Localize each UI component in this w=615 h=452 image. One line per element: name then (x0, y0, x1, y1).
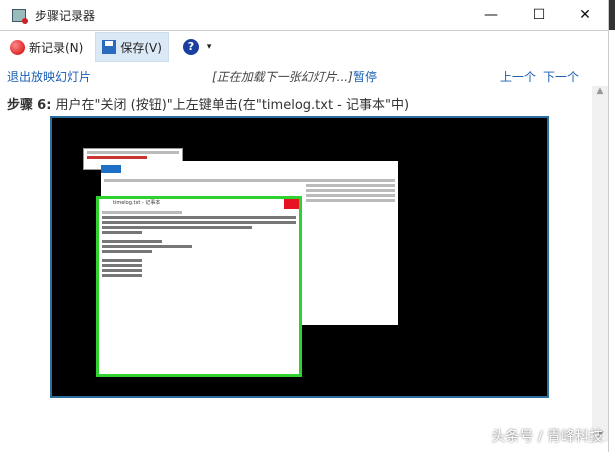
title-bar: 步骤记录器 — ☐ ✕ (0, 0, 608, 30)
step-description: 用户在"关闭 (按钮)"上左键单击(在"timelog.txt - 记事本"中) (55, 98, 410, 113)
new-record-button[interactable]: 新记录(N) (4, 32, 89, 62)
maximize-button[interactable]: ☐ (516, 0, 562, 30)
vertical-scrollbar[interactable]: ▲ ▼ (592, 86, 608, 442)
record-icon (10, 39, 25, 55)
background-window-edge (608, 0, 615, 452)
help-icon: ? (182, 39, 199, 55)
mini-close-icon (284, 199, 299, 209)
save-button[interactable]: 保存(V) (95, 32, 169, 62)
step-heading: 步骤 6: 用户在"关闭 (按钮)"上左键单击(在"timelog.txt - … (7, 94, 409, 113)
step-label: 步骤 (7, 98, 34, 113)
divider (0, 30, 608, 31)
new-record-label: 新记录(N) (29, 40, 84, 55)
previous-link[interactable]: 上一个 (500, 68, 536, 85)
chevron-down-icon[interactable]: ▾ (207, 42, 212, 52)
save-label: 保存(V) (120, 40, 162, 55)
mini-notepad-title: timelog.txt - 记事本 (113, 200, 161, 206)
step-screenshot: timelog.txt - 记事本 (50, 116, 549, 398)
loading-status: [正在加载下一张幻灯片...] (212, 70, 353, 84)
save-icon (102, 40, 117, 54)
mini-notepad-window: timelog.txt - 记事本 (96, 196, 302, 377)
watermark: 头条号 / 青峰科技 (491, 429, 603, 445)
app-icon (12, 8, 28, 24)
toolbar: 新记录(N) 保存(V) ? ▾ (0, 32, 608, 62)
minimize-button[interactable]: — (468, 0, 514, 30)
window-title: 步骤记录器 (35, 8, 96, 23)
step-number: 6: (37, 98, 52, 113)
scroll-up-icon[interactable]: ▲ (592, 86, 608, 96)
help-button[interactable]: ? ▾ (177, 32, 218, 62)
pause-link[interactable]: 暂停 (353, 68, 377, 85)
exit-slideshow-link[interactable]: 退出放映幻灯片 (7, 68, 91, 85)
close-button[interactable]: ✕ (562, 0, 608, 30)
next-link[interactable]: 下一个 (543, 68, 579, 85)
